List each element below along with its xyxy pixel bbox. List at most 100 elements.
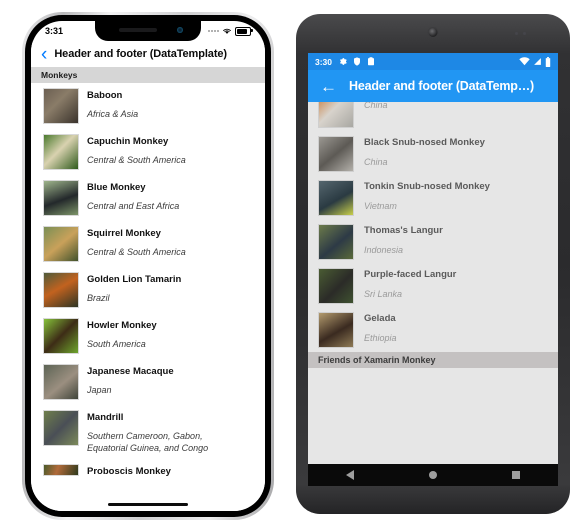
iphone-notch	[95, 21, 201, 41]
monkey-name: Mandrill	[87, 412, 124, 423]
signal-icon	[534, 58, 541, 65]
list-item[interactable]: Japanese Macaque Japan	[31, 359, 265, 405]
monkey-name: Blue Monkey	[87, 182, 146, 193]
gear-icon	[340, 58, 347, 65]
iphone-bezel: 3:31 ‹ Header and footer (DataTemplate)	[25, 15, 271, 517]
list-item[interactable]: Baboon Africa & Asia	[31, 83, 265, 129]
wifi-icon	[223, 28, 231, 34]
monkey-location: Central & South America	[87, 247, 186, 257]
monkey-thumbnail	[43, 364, 79, 400]
monkey-location: Sri Lanka	[364, 289, 403, 299]
android-app-bar: ← Header and footer (DataTemp…)	[308, 70, 558, 102]
list-item[interactable]: Howler Monkey South America	[31, 313, 265, 359]
monkey-location: Central and East Africa	[87, 201, 180, 211]
list-item[interactable]: Capuchin Monkey Central & South America	[31, 129, 265, 175]
monkey-location: South America	[87, 339, 146, 349]
android-navigation-bar	[308, 464, 558, 486]
monkey-thumbnail	[318, 224, 354, 260]
list-item[interactable]: Thomas's Langur Indonesia	[308, 220, 558, 264]
monkey-name: Golden Lion Tamarin	[87, 274, 182, 285]
list-item[interactable]: Proboscis Monkey	[31, 459, 265, 478]
android-monkey-list[interactable]: China Black Snub-nosed Monkey China Tonk…	[308, 102, 558, 470]
page-title: Header and footer (DataTemp…)	[349, 79, 534, 93]
home-indicator	[108, 503, 188, 506]
monkey-name: Japanese Macaque	[87, 366, 174, 377]
monkey-thumbnail	[43, 88, 79, 124]
android-top-bezel	[296, 14, 570, 53]
monkey-location: Vietnam	[364, 201, 397, 211]
monkey-location: China	[364, 157, 388, 167]
monkey-location: China	[364, 102, 388, 110]
list-item[interactable]: Black Snub-nosed Monkey China	[308, 132, 558, 176]
monkey-name: Gelada	[364, 313, 396, 324]
nav-home-circle-icon[interactable]	[428, 471, 437, 479]
monkey-name: Howler Monkey	[87, 320, 157, 331]
monkey-location: Africa & Asia	[87, 109, 139, 119]
monkey-thumbnail	[43, 180, 79, 216]
monkey-location: Central & South America	[87, 155, 186, 165]
android-device-frame: 3:30 ← Header and footer (DataTemp…) Chi…	[296, 14, 570, 514]
monkey-name: Squirrel Monkey	[87, 228, 161, 239]
android-status-right	[519, 56, 551, 67]
list-item[interactable]: Golden Lion Tamarin Brazil	[31, 267, 265, 313]
monkey-location: Southern Cameroon, Gabon, Equatorial Gui…	[87, 431, 209, 453]
monkey-thumbnail	[43, 318, 79, 354]
earpiece-speaker	[119, 28, 157, 32]
battery-icon	[545, 56, 551, 67]
monkey-location: Ethiopia	[364, 333, 397, 343]
nav-back-triangle-icon[interactable]	[345, 470, 354, 480]
chevron-left-icon[interactable]: ‹	[41, 45, 47, 64]
monkey-thumbnail	[318, 312, 354, 348]
monkey-name: Thomas's Langur	[364, 225, 443, 236]
list-item[interactable]: Purple-faced Langur Sri Lanka	[308, 264, 558, 308]
monkey-thumbnail	[43, 272, 79, 308]
list-item[interactable]: Tonkin Snub-nosed Monkey Vietnam	[308, 176, 558, 220]
list-item[interactable]: Gelada Ethiopia	[308, 308, 558, 352]
sensor-dots-icon	[515, 32, 526, 35]
arrow-left-icon[interactable]: ←	[320, 78, 337, 95]
android-screen: 3:30 ← Header and footer (DataTemp…) Chi…	[308, 53, 558, 470]
monkey-name: Proboscis Monkey	[87, 466, 171, 477]
list-footer: Friends of Xamarin Monkey	[308, 352, 558, 368]
front-camera-icon	[428, 28, 438, 37]
monkey-location: Brazil	[87, 293, 110, 303]
monkey-location: Japan	[87, 385, 112, 395]
monkey-name: Baboon	[87, 90, 123, 101]
list-section-header: Monkeys	[31, 67, 265, 83]
monkey-thumbnail	[43, 410, 79, 446]
clipboard-icon	[368, 57, 375, 66]
monkey-thumbnail	[318, 180, 354, 216]
list-item[interactable]: Blue Monkey Central and East Africa	[31, 175, 265, 221]
iphone-device-frame: 3:31 ‹ Header and footer (DataTemplate)	[22, 12, 274, 520]
android-status-bar: 3:30	[308, 53, 558, 70]
iphone-screen: 3:31 ‹ Header and footer (DataTemplate)	[31, 21, 265, 511]
monkey-name: Black Snub-nosed Monkey	[364, 137, 485, 148]
monkey-name: Tonkin Snub-nosed Monkey	[364, 181, 490, 192]
ios-monkey-list[interactable]: Monkeys Baboon Africa & Asia Capuchin Mo…	[31, 67, 265, 511]
ios-status-icons	[208, 26, 253, 36]
ios-clock: 3:31	[45, 26, 64, 36]
monkey-thumbnail	[318, 102, 354, 128]
monkey-location: Indonesia	[364, 245, 404, 255]
page-title: Header and footer (DataTemplate)	[54, 48, 227, 60]
ios-navigation-bar: ‹ Header and footer (DataTemplate)	[31, 41, 265, 68]
android-clock: 3:30	[315, 56, 333, 67]
nav-recents-square-icon[interactable]	[512, 471, 521, 479]
monkey-thumbnail	[43, 464, 79, 476]
monkey-thumbnail	[318, 268, 354, 304]
monkey-name: Capuchin Monkey	[87, 136, 169, 147]
wifi-icon	[519, 57, 530, 66]
monkey-thumbnail	[43, 134, 79, 170]
list-item[interactable]: Mandrill Southern Cameroon, Gabon, Equat…	[31, 405, 265, 459]
list-item[interactable]: China	[308, 102, 558, 132]
monkey-name: Purple-faced Langur	[364, 269, 457, 280]
shield-icon	[354, 57, 361, 66]
front-camera-icon	[177, 27, 183, 33]
screenshot-root: 3:31 ‹ Header and footer (DataTemplate)	[0, 0, 588, 529]
monkey-thumbnail	[318, 136, 354, 172]
battery-icon	[235, 26, 253, 36]
signal-dots-icon	[208, 30, 219, 32]
android-status-left: 3:30	[315, 57, 375, 67]
monkey-thumbnail	[43, 226, 79, 262]
list-item[interactable]: Squirrel Monkey Central & South America	[31, 221, 265, 267]
